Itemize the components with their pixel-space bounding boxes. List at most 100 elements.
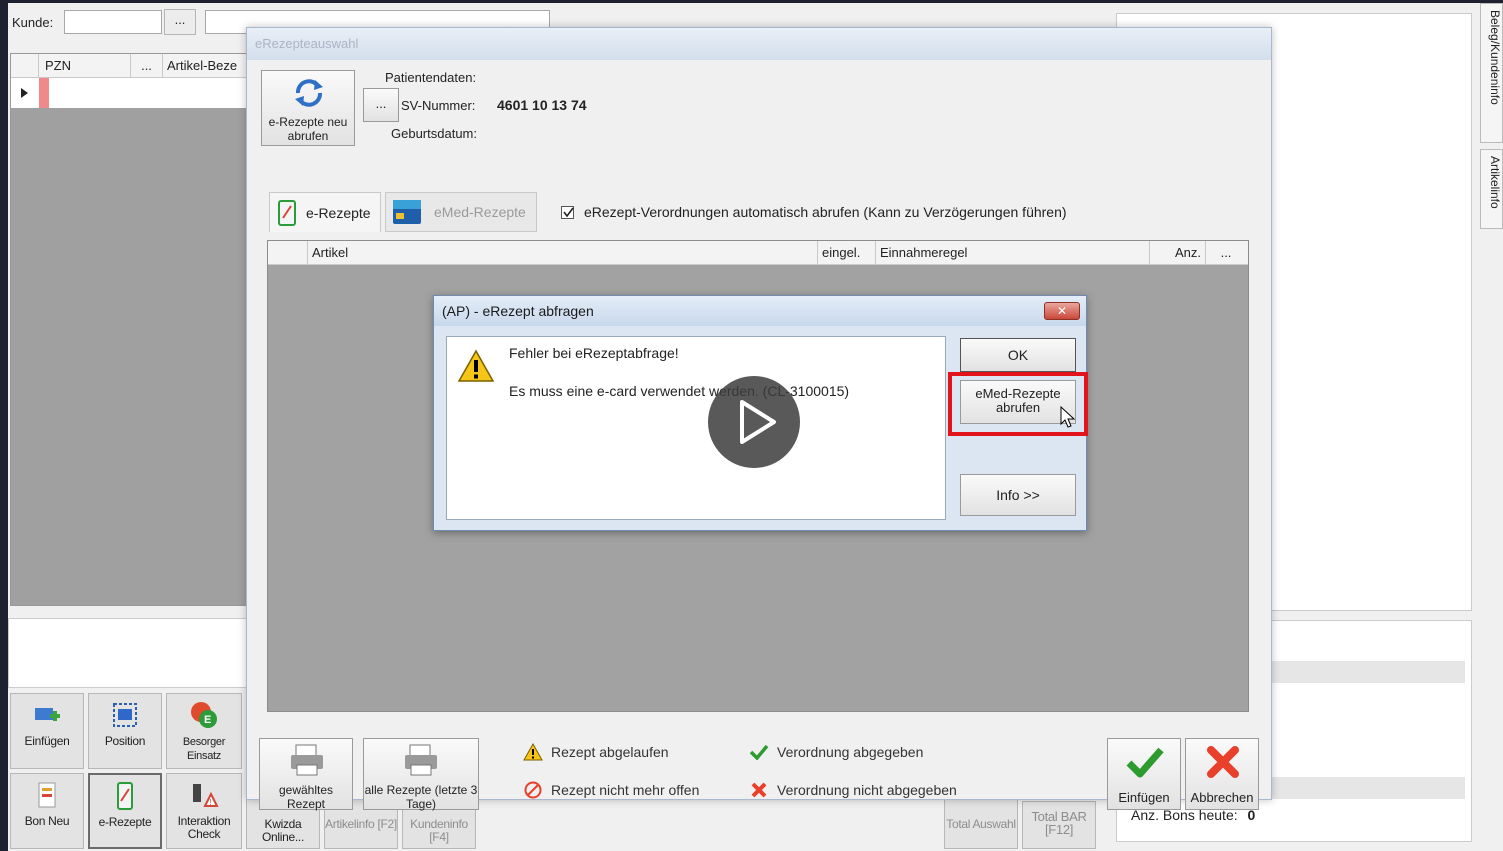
erezept-icon xyxy=(278,199,296,226)
cross-icon xyxy=(751,782,767,798)
button-label: alle Rezepte (letzte 3 Tage) xyxy=(364,783,478,811)
patient-search-button[interactable]: ... xyxy=(363,88,399,122)
grid-header-dots[interactable]: ... xyxy=(131,54,163,77)
einfuegen-button[interactable]: Einfügen xyxy=(1107,738,1181,810)
mouse-cursor-icon xyxy=(1060,406,1076,428)
dialog-title: eRezepteauswahl xyxy=(247,28,1271,60)
legend-label: Verordnung nicht abgegeben xyxy=(777,782,957,798)
toolbar-label: Total BAR [F12] xyxy=(1031,809,1087,837)
grid-header-artikel[interactable]: Artikel-Beze xyxy=(163,54,253,77)
toolbar-label: Total Auswahl xyxy=(946,817,1016,831)
table-row[interactable] xyxy=(11,78,254,108)
svg-text:!: ! xyxy=(210,798,212,807)
forbidden-icon xyxy=(524,781,542,799)
total-bar-button[interactable]: Total BAR [F12] xyxy=(1022,801,1096,849)
refresh-button-label: e-Rezepte neu abrufen xyxy=(268,115,348,143)
play-icon xyxy=(740,400,776,444)
besorger-icon: E xyxy=(191,702,217,728)
birthdate-label: Geburtsdatum: xyxy=(391,126,477,141)
article-grid-header: PZN ... Artikel-Beze xyxy=(11,54,254,78)
auto-fetch-checkbox-row[interactable]: eRezept-Verordnungen automatisch abrufen… xyxy=(561,204,1067,220)
tab-emed-rezepte[interactable]: eMed-Rezepte xyxy=(385,192,537,232)
button-label: Einfügen xyxy=(1118,790,1170,805)
toolbar-label: Position xyxy=(104,734,146,748)
printer-icon xyxy=(291,744,323,776)
info-button[interactable]: Info >> xyxy=(960,474,1076,516)
check-icon xyxy=(1126,747,1164,778)
einfuegen-position-button[interactable]: Einfügen xyxy=(10,693,84,769)
toolbar-label: Artikelinfo [F2] xyxy=(325,817,397,831)
column-anzahl[interactable]: Anz. xyxy=(1150,241,1206,264)
recipe-tabstrip: e-Rezepte eMed-Rezepte eRezept-Verordnun… xyxy=(261,190,1261,236)
toolbar-label: Kundeninfo [F4] xyxy=(410,817,468,844)
position-icon xyxy=(113,703,137,727)
legend-verordnung-abgegeben: Verordnung abgegeben xyxy=(749,742,923,762)
legend-verordnung-nicht-abgegeben: Verordnung nicht abgegeben xyxy=(749,780,957,800)
printer-icon xyxy=(405,744,437,776)
tab-beleg-kundeninfo[interactable]: Beleg/Kundeninfo xyxy=(1480,3,1503,143)
tab-label: e-Rezepte xyxy=(306,204,371,221)
abbrechen-button[interactable]: Abbrechen xyxy=(1185,738,1259,810)
toolbar-label: e-Rezepte xyxy=(98,815,152,829)
modal-title: (AP) - eRezept abfragen xyxy=(434,296,1086,326)
gewaehltes-rezept-button[interactable]: gewähltes Rezept xyxy=(259,738,353,811)
erezepte-neu-abrufen-button[interactable]: e-Rezepte neu abrufen xyxy=(261,70,355,146)
video-play-button[interactable] xyxy=(708,376,800,468)
svg-text:E: E xyxy=(204,714,211,726)
warning-icon xyxy=(523,743,543,761)
kunde-input[interactable] xyxy=(64,10,162,34)
tab-label: eMed-Rezepte xyxy=(434,204,526,220)
toolbar-label: Besorger Einsatz xyxy=(182,736,226,762)
dialog-action-bar: gewähltes Rezept alle Rezepte (letzte 3 … xyxy=(255,724,1259,811)
button-label: gewähltes Rezept xyxy=(278,783,334,811)
kunde-search-button[interactable]: ... xyxy=(164,9,196,35)
toolbar-label: Bon Neu xyxy=(24,814,70,828)
position-button[interactable]: Position xyxy=(88,693,162,769)
legend-label: Rezept nicht mehr offen xyxy=(551,782,700,798)
modal-message-box: Fehler bei eRezeptabfrage! Es muss eine … xyxy=(446,336,946,520)
checkmark-icon xyxy=(563,207,574,217)
legend-label: Rezept abgelaufen xyxy=(551,744,669,760)
bon-neu-button[interactable]: Bon Neu xyxy=(10,773,84,849)
total-auswahl-button[interactable]: Total Auswahl xyxy=(944,795,1018,849)
tab-artikelinfo[interactable]: Artikelinfo xyxy=(1480,149,1503,229)
ok-button[interactable]: OK xyxy=(960,338,1076,372)
toolbar-label: Interaktion Check xyxy=(177,814,231,841)
grid-header-pzn[interactable]: PZN xyxy=(39,54,131,77)
legend-label: Verordnung abgegeben xyxy=(777,744,924,760)
check-icon xyxy=(749,744,769,760)
modal-close-button[interactable]: ✕ xyxy=(1044,302,1080,320)
interaktion-check-button[interactable]: ! Interaktion Check xyxy=(166,773,242,849)
column-eingel[interactable]: eingel. xyxy=(818,241,876,264)
button-label: Abbrechen xyxy=(1190,790,1254,805)
besorger-einsatz-button[interactable]: E Besorger Einsatz xyxy=(166,693,242,769)
column-spacer xyxy=(268,241,308,264)
new-receipt-icon xyxy=(38,782,56,808)
legend-rezept-abgelaufen: Rezept abgelaufen xyxy=(523,742,669,762)
emed-card-icon xyxy=(393,200,421,224)
refresh-icon xyxy=(295,79,323,107)
auto-fetch-checkbox[interactable] xyxy=(561,205,574,219)
row-pointer-icon xyxy=(21,88,28,98)
column-einnahmeregel[interactable]: Einnahmeregel xyxy=(876,241,1150,264)
row-status-marker xyxy=(39,78,49,108)
sv-number-value: 4601 10 13 74 xyxy=(497,97,587,113)
left-info-box xyxy=(8,618,253,688)
legend-rezept-nicht-offen: Rezept nicht mehr offen xyxy=(523,780,699,800)
cross-icon xyxy=(1207,746,1239,778)
patient-data-label: Patientendaten: xyxy=(385,70,477,85)
grid-header-spacer xyxy=(11,54,39,77)
alle-rezepte-button[interactable]: alle Rezepte (letzte 3 Tage) xyxy=(363,738,479,811)
interaction-check-icon: ! xyxy=(193,784,219,807)
e-rezepte-button[interactable]: e-Rezepte xyxy=(88,773,162,849)
add-position-icon xyxy=(35,708,60,721)
article-grid: PZN ... Artikel-Beze xyxy=(10,53,255,606)
recipe-table-header: Artikel eingel. Einnahmeregel Anz. ... xyxy=(268,241,1248,265)
column-artikel[interactable]: Artikel xyxy=(308,241,818,264)
tab-e-rezepte[interactable]: e-Rezepte xyxy=(269,192,381,232)
close-icon: ✕ xyxy=(1056,304,1068,318)
column-more[interactable]: ... xyxy=(1206,241,1246,264)
error-heading: Fehler bei eRezeptabfrage! xyxy=(509,345,679,361)
toolbar-label: Einfügen xyxy=(24,734,70,748)
sv-number-label: SV-Nummer: xyxy=(401,98,476,113)
